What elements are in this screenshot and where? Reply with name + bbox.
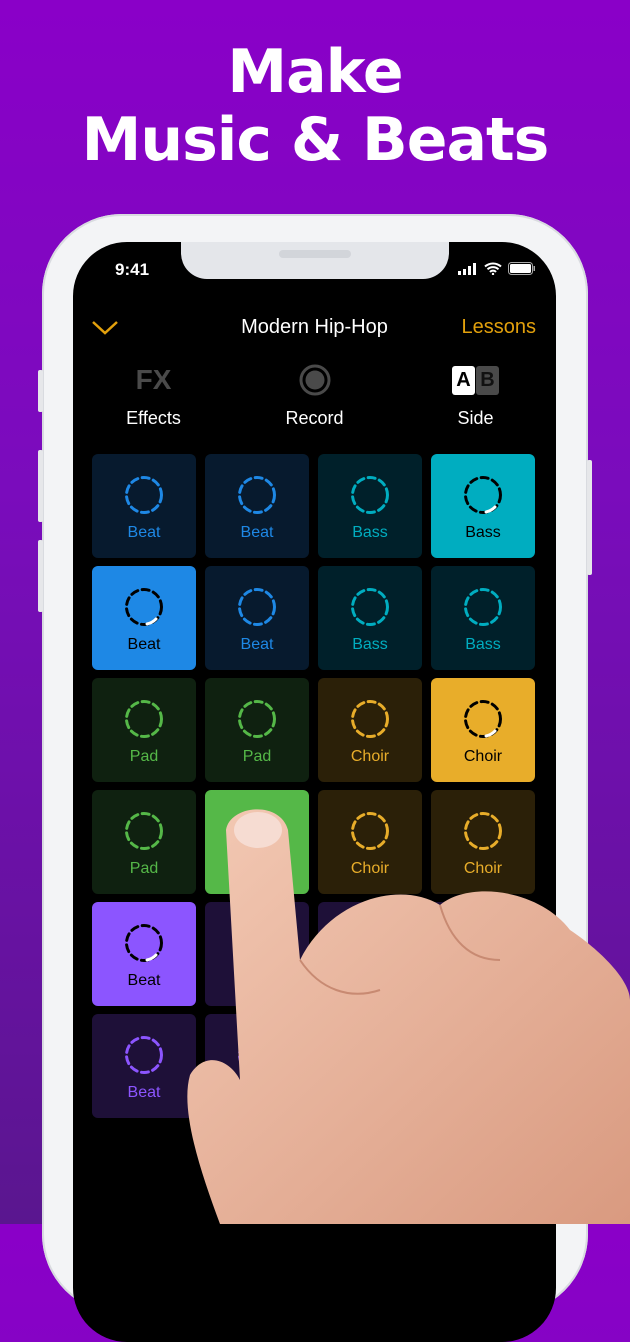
side-label: Side xyxy=(457,408,494,428)
pad-label: Bass xyxy=(465,636,501,653)
pad-label: Beat xyxy=(240,524,274,541)
mute-switch xyxy=(38,370,43,412)
pad-beat2[interactable]: Beat xyxy=(92,902,196,1006)
cellular-icon xyxy=(458,262,476,275)
loop-ring-icon xyxy=(464,924,502,962)
loop-ring-icon xyxy=(125,1036,163,1074)
fx-icon: FX xyxy=(135,364,172,395)
pad-label: Pad xyxy=(242,748,272,765)
pad-label: Bass xyxy=(465,524,501,541)
volume-down-button xyxy=(38,540,43,612)
loop-ring-icon xyxy=(464,700,502,738)
record-icon xyxy=(299,364,330,396)
pad-pad[interactable]: Pad xyxy=(92,678,196,782)
pad-beat2[interactable] xyxy=(431,1014,535,1118)
pad-beat2[interactable] xyxy=(431,902,535,1006)
pad-beat[interactable]: Beat xyxy=(205,454,309,558)
record-label: Record xyxy=(285,408,344,428)
pad-label: Bass xyxy=(352,636,388,653)
ab-side-icon: AB xyxy=(452,365,499,395)
side-a: A xyxy=(452,365,475,395)
loop-ring-icon xyxy=(464,476,502,514)
pad-label: Bass xyxy=(352,524,388,541)
pad-label: Beat xyxy=(127,972,161,989)
pad-label: Choir xyxy=(463,748,503,765)
headline-line-1: Make xyxy=(227,37,403,107)
loop-ring-icon xyxy=(351,812,389,850)
toolbar: FX Effects Record AB Side xyxy=(73,362,556,429)
loop-ring-icon xyxy=(125,812,163,850)
record-button[interactable]: Record xyxy=(234,362,395,429)
pad-pad[interactable]: Pad xyxy=(205,678,309,782)
pad-choir[interactable]: Choir xyxy=(431,790,535,894)
battery-icon xyxy=(508,262,535,275)
pad-bass[interactable]: Bass xyxy=(318,454,422,558)
loop-ring-icon xyxy=(351,700,389,738)
lessons-button[interactable]: Lessons xyxy=(462,316,537,339)
pad-beat2[interactable]: Beat xyxy=(92,1014,196,1118)
loop-ring-icon xyxy=(238,700,276,738)
pad-label: Choir xyxy=(350,860,390,877)
pad-label: Beat xyxy=(240,636,274,653)
loop-ring-icon xyxy=(125,924,163,962)
loop-ring-icon xyxy=(351,1036,389,1074)
pad-pad[interactable]: Pad xyxy=(92,790,196,894)
pad-label: Beat xyxy=(127,636,161,653)
loop-ring-icon xyxy=(238,924,276,962)
pad-label: Choir xyxy=(350,748,390,765)
loop-ring-icon xyxy=(464,588,502,626)
loop-ring-icon xyxy=(351,924,389,962)
notch xyxy=(181,242,449,279)
pad-beat[interactable]: Beat xyxy=(92,566,196,670)
pad-beat2[interactable]: Beat xyxy=(205,1014,309,1118)
status-time: 9:41 xyxy=(115,260,150,279)
side-button[interactable]: AB Side xyxy=(395,362,556,429)
pad-choir[interactable]: Choir xyxy=(431,678,535,782)
pad-label: Beat xyxy=(240,1084,274,1101)
pad-grid: Beat Beat Bass Bass Beat Beat Bass Bass Pad Pad Ch… xyxy=(92,454,535,1118)
loop-ring-icon xyxy=(238,1036,276,1074)
wifi-icon xyxy=(484,262,502,275)
pad-choir[interactable]: Choir xyxy=(318,790,422,894)
loop-ring-icon xyxy=(238,588,276,626)
pad-bass[interactable]: Bass xyxy=(431,454,535,558)
pad-beat2[interactable] xyxy=(318,902,422,1006)
loop-ring-icon xyxy=(125,476,163,514)
pad-beat2[interactable] xyxy=(318,1014,422,1118)
pad-label: Choir xyxy=(463,860,503,877)
effects-button[interactable]: FX Effects xyxy=(73,362,234,429)
loop-ring-icon xyxy=(125,588,163,626)
loop-ring-icon xyxy=(238,476,276,514)
pad-bass[interactable]: Bass xyxy=(318,566,422,670)
loop-ring-icon xyxy=(464,1036,502,1074)
pad-beat[interactable]: Beat xyxy=(92,454,196,558)
headline: Make Music & Beats xyxy=(0,38,630,174)
volume-up-button xyxy=(38,450,43,522)
loop-ring-icon xyxy=(464,812,502,850)
side-b: B xyxy=(476,365,499,395)
pad-label: Pad xyxy=(129,748,159,765)
pad-label: Beat xyxy=(127,524,161,541)
power-button xyxy=(587,460,592,575)
pad-bass[interactable]: Bass xyxy=(431,566,535,670)
effects-label: Effects xyxy=(126,408,181,428)
app-screen: 9:41 Modern Hip-Hop Lessons FX Effects R… xyxy=(73,242,556,1342)
pad-pad[interactable] xyxy=(205,790,309,894)
pad-label: Pad xyxy=(129,860,159,877)
loop-ring-icon xyxy=(351,588,389,626)
pad-label: Beat xyxy=(127,1084,161,1101)
status-icons xyxy=(458,262,536,275)
nav-bar: Modern Hip-Hop Lessons xyxy=(73,314,556,344)
pad-beat2[interactable] xyxy=(205,902,309,1006)
headline-line-2: Music & Beats xyxy=(81,105,550,175)
pad-beat[interactable]: Beat xyxy=(205,566,309,670)
loop-ring-icon xyxy=(351,476,389,514)
pad-choir[interactable]: Choir xyxy=(318,678,422,782)
loop-ring-icon xyxy=(125,700,163,738)
